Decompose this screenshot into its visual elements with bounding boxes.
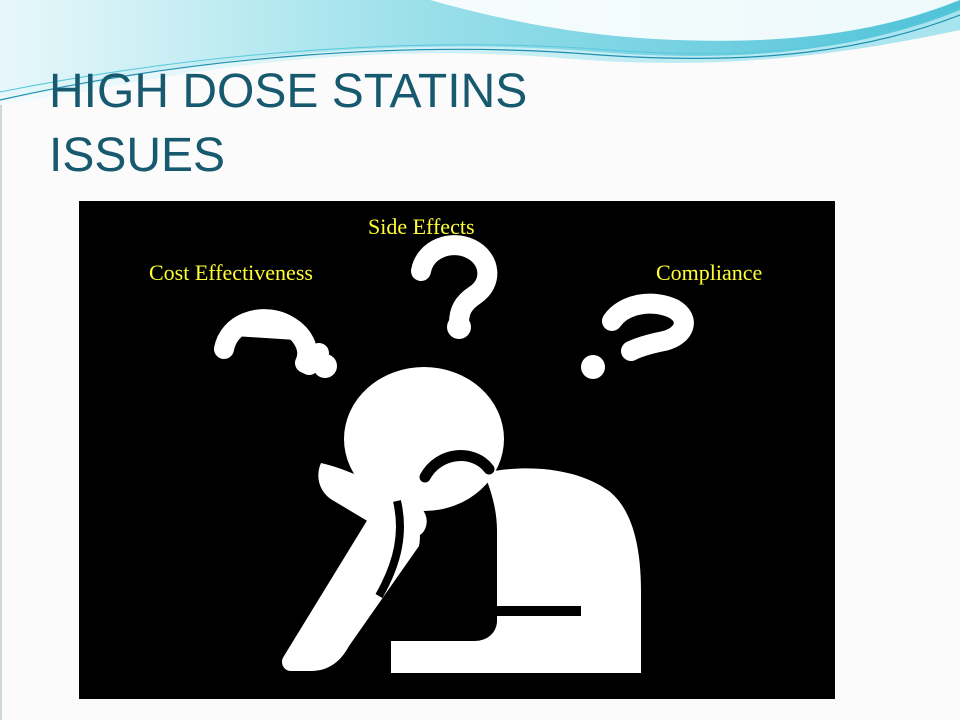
question-dot-left [313, 354, 337, 378]
slide-title-line-1: HIGH DOSE STATINS [49, 65, 528, 118]
slide-title-line-2: ISSUES [49, 129, 226, 182]
label-cost-effectiveness: Cost Effectiveness [149, 260, 313, 285]
question-dot-middle [447, 315, 471, 339]
label-compliance: Compliance [656, 260, 763, 285]
question-dot-right [581, 355, 605, 379]
label-side-effects: Side Effects [368, 214, 475, 239]
thinking-person-illustration: Side Effects Cost Effectiveness Complian… [79, 201, 835, 699]
slide-title: HIGH DOSE STATINS ISSUES [49, 60, 527, 188]
